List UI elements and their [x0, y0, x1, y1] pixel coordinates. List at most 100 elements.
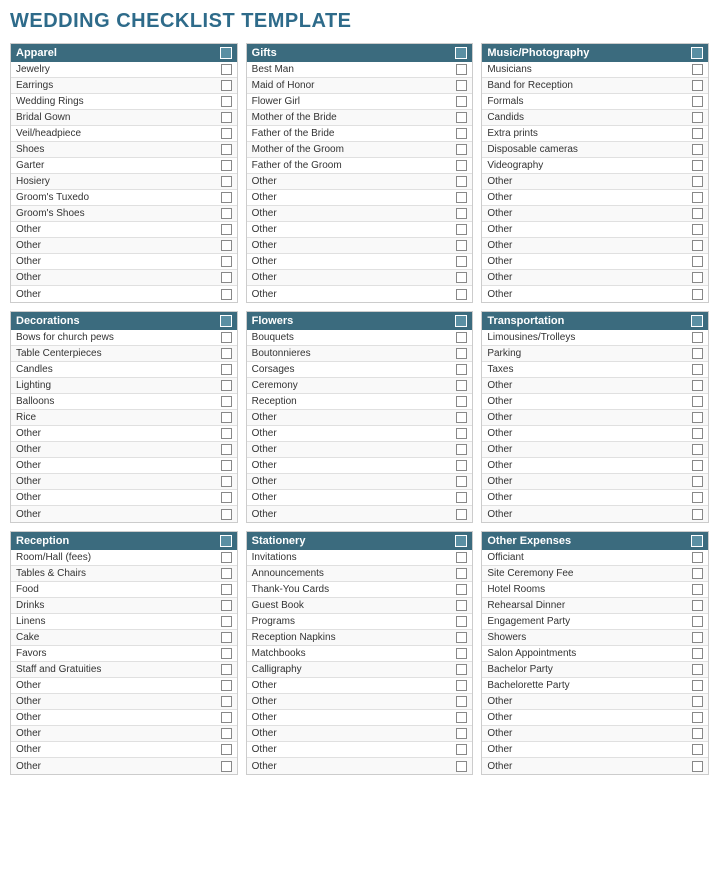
row-checkbox[interactable]	[221, 348, 232, 359]
section-header-checkbox-gifts[interactable]	[455, 47, 467, 59]
row-checkbox[interactable]	[692, 176, 703, 187]
row-checkbox[interactable]	[692, 460, 703, 471]
row-checkbox[interactable]	[221, 744, 232, 755]
row-checkbox[interactable]	[221, 664, 232, 675]
row-checkbox[interactable]	[221, 476, 232, 487]
row-checkbox[interactable]	[456, 112, 467, 123]
row-checkbox[interactable]	[692, 256, 703, 267]
row-checkbox[interactable]	[692, 696, 703, 707]
row-checkbox[interactable]	[456, 509, 467, 520]
row-checkbox[interactable]	[692, 240, 703, 251]
section-header-checkbox-flowers[interactable]	[455, 315, 467, 327]
row-checkbox[interactable]	[456, 664, 467, 675]
row-checkbox[interactable]	[692, 96, 703, 107]
row-checkbox[interactable]	[692, 712, 703, 723]
row-checkbox[interactable]	[456, 568, 467, 579]
section-header-checkbox-stationery[interactable]	[455, 535, 467, 547]
row-checkbox[interactable]	[221, 412, 232, 423]
row-checkbox[interactable]	[221, 712, 232, 723]
row-checkbox[interactable]	[456, 289, 467, 300]
row-checkbox[interactable]	[221, 332, 232, 343]
row-checkbox[interactable]	[692, 208, 703, 219]
row-checkbox[interactable]	[456, 176, 467, 187]
section-header-checkbox-music-photography[interactable]	[691, 47, 703, 59]
section-header-checkbox-reception[interactable]	[220, 535, 232, 547]
row-checkbox[interactable]	[456, 348, 467, 359]
row-checkbox[interactable]	[221, 240, 232, 251]
row-checkbox[interactable]	[221, 64, 232, 75]
row-checkbox[interactable]	[221, 380, 232, 391]
row-checkbox[interactable]	[221, 648, 232, 659]
row-checkbox[interactable]	[692, 64, 703, 75]
row-checkbox[interactable]	[456, 192, 467, 203]
row-checkbox[interactable]	[692, 396, 703, 407]
section-header-checkbox-other-expenses[interactable]	[691, 535, 703, 547]
row-checkbox[interactable]	[692, 332, 703, 343]
row-checkbox[interactable]	[221, 696, 232, 707]
row-checkbox[interactable]	[692, 680, 703, 691]
row-checkbox[interactable]	[221, 680, 232, 691]
row-checkbox[interactable]	[692, 492, 703, 503]
row-checkbox[interactable]	[456, 680, 467, 691]
row-checkbox[interactable]	[221, 289, 232, 300]
row-checkbox[interactable]	[456, 208, 467, 219]
row-checkbox[interactable]	[221, 256, 232, 267]
row-checkbox[interactable]	[221, 728, 232, 739]
row-checkbox[interactable]	[456, 96, 467, 107]
row-checkbox[interactable]	[221, 396, 232, 407]
row-checkbox[interactable]	[692, 380, 703, 391]
row-checkbox[interactable]	[692, 648, 703, 659]
row-checkbox[interactable]	[456, 256, 467, 267]
row-checkbox[interactable]	[456, 144, 467, 155]
row-checkbox[interactable]	[692, 412, 703, 423]
row-checkbox[interactable]	[456, 632, 467, 643]
row-checkbox[interactable]	[456, 460, 467, 471]
row-checkbox[interactable]	[221, 364, 232, 375]
section-header-checkbox-transportation[interactable]	[691, 315, 703, 327]
row-checkbox[interactable]	[692, 761, 703, 772]
row-checkbox[interactable]	[221, 176, 232, 187]
row-checkbox[interactable]	[692, 348, 703, 359]
row-checkbox[interactable]	[456, 728, 467, 739]
row-checkbox[interactable]	[692, 289, 703, 300]
row-checkbox[interactable]	[456, 584, 467, 595]
row-checkbox[interactable]	[221, 460, 232, 471]
row-checkbox[interactable]	[456, 492, 467, 503]
row-checkbox[interactable]	[221, 192, 232, 203]
row-checkbox[interactable]	[221, 428, 232, 439]
row-checkbox[interactable]	[221, 600, 232, 611]
row-checkbox[interactable]	[221, 492, 232, 503]
row-checkbox[interactable]	[221, 444, 232, 455]
row-checkbox[interactable]	[692, 632, 703, 643]
row-checkbox[interactable]	[456, 128, 467, 139]
row-checkbox[interactable]	[692, 112, 703, 123]
row-checkbox[interactable]	[456, 240, 467, 251]
row-checkbox[interactable]	[456, 272, 467, 283]
row-checkbox[interactable]	[456, 80, 467, 91]
row-checkbox[interactable]	[221, 552, 232, 563]
row-checkbox[interactable]	[456, 412, 467, 423]
row-checkbox[interactable]	[221, 112, 232, 123]
row-checkbox[interactable]	[221, 224, 232, 235]
row-checkbox[interactable]	[692, 600, 703, 611]
section-header-checkbox-apparel[interactable]	[220, 47, 232, 59]
row-checkbox[interactable]	[221, 80, 232, 91]
row-checkbox[interactable]	[456, 444, 467, 455]
row-checkbox[interactable]	[456, 696, 467, 707]
section-header-checkbox-decorations[interactable]	[220, 315, 232, 327]
row-checkbox[interactable]	[692, 509, 703, 520]
row-checkbox[interactable]	[221, 128, 232, 139]
row-checkbox[interactable]	[456, 744, 467, 755]
row-checkbox[interactable]	[221, 761, 232, 772]
row-checkbox[interactable]	[692, 728, 703, 739]
row-checkbox[interactable]	[456, 616, 467, 627]
row-checkbox[interactable]	[456, 552, 467, 563]
row-checkbox[interactable]	[456, 332, 467, 343]
row-checkbox[interactable]	[692, 428, 703, 439]
row-checkbox[interactable]	[456, 761, 467, 772]
row-checkbox[interactable]	[692, 192, 703, 203]
row-checkbox[interactable]	[456, 380, 467, 391]
row-checkbox[interactable]	[221, 616, 232, 627]
row-checkbox[interactable]	[456, 396, 467, 407]
row-checkbox[interactable]	[692, 364, 703, 375]
